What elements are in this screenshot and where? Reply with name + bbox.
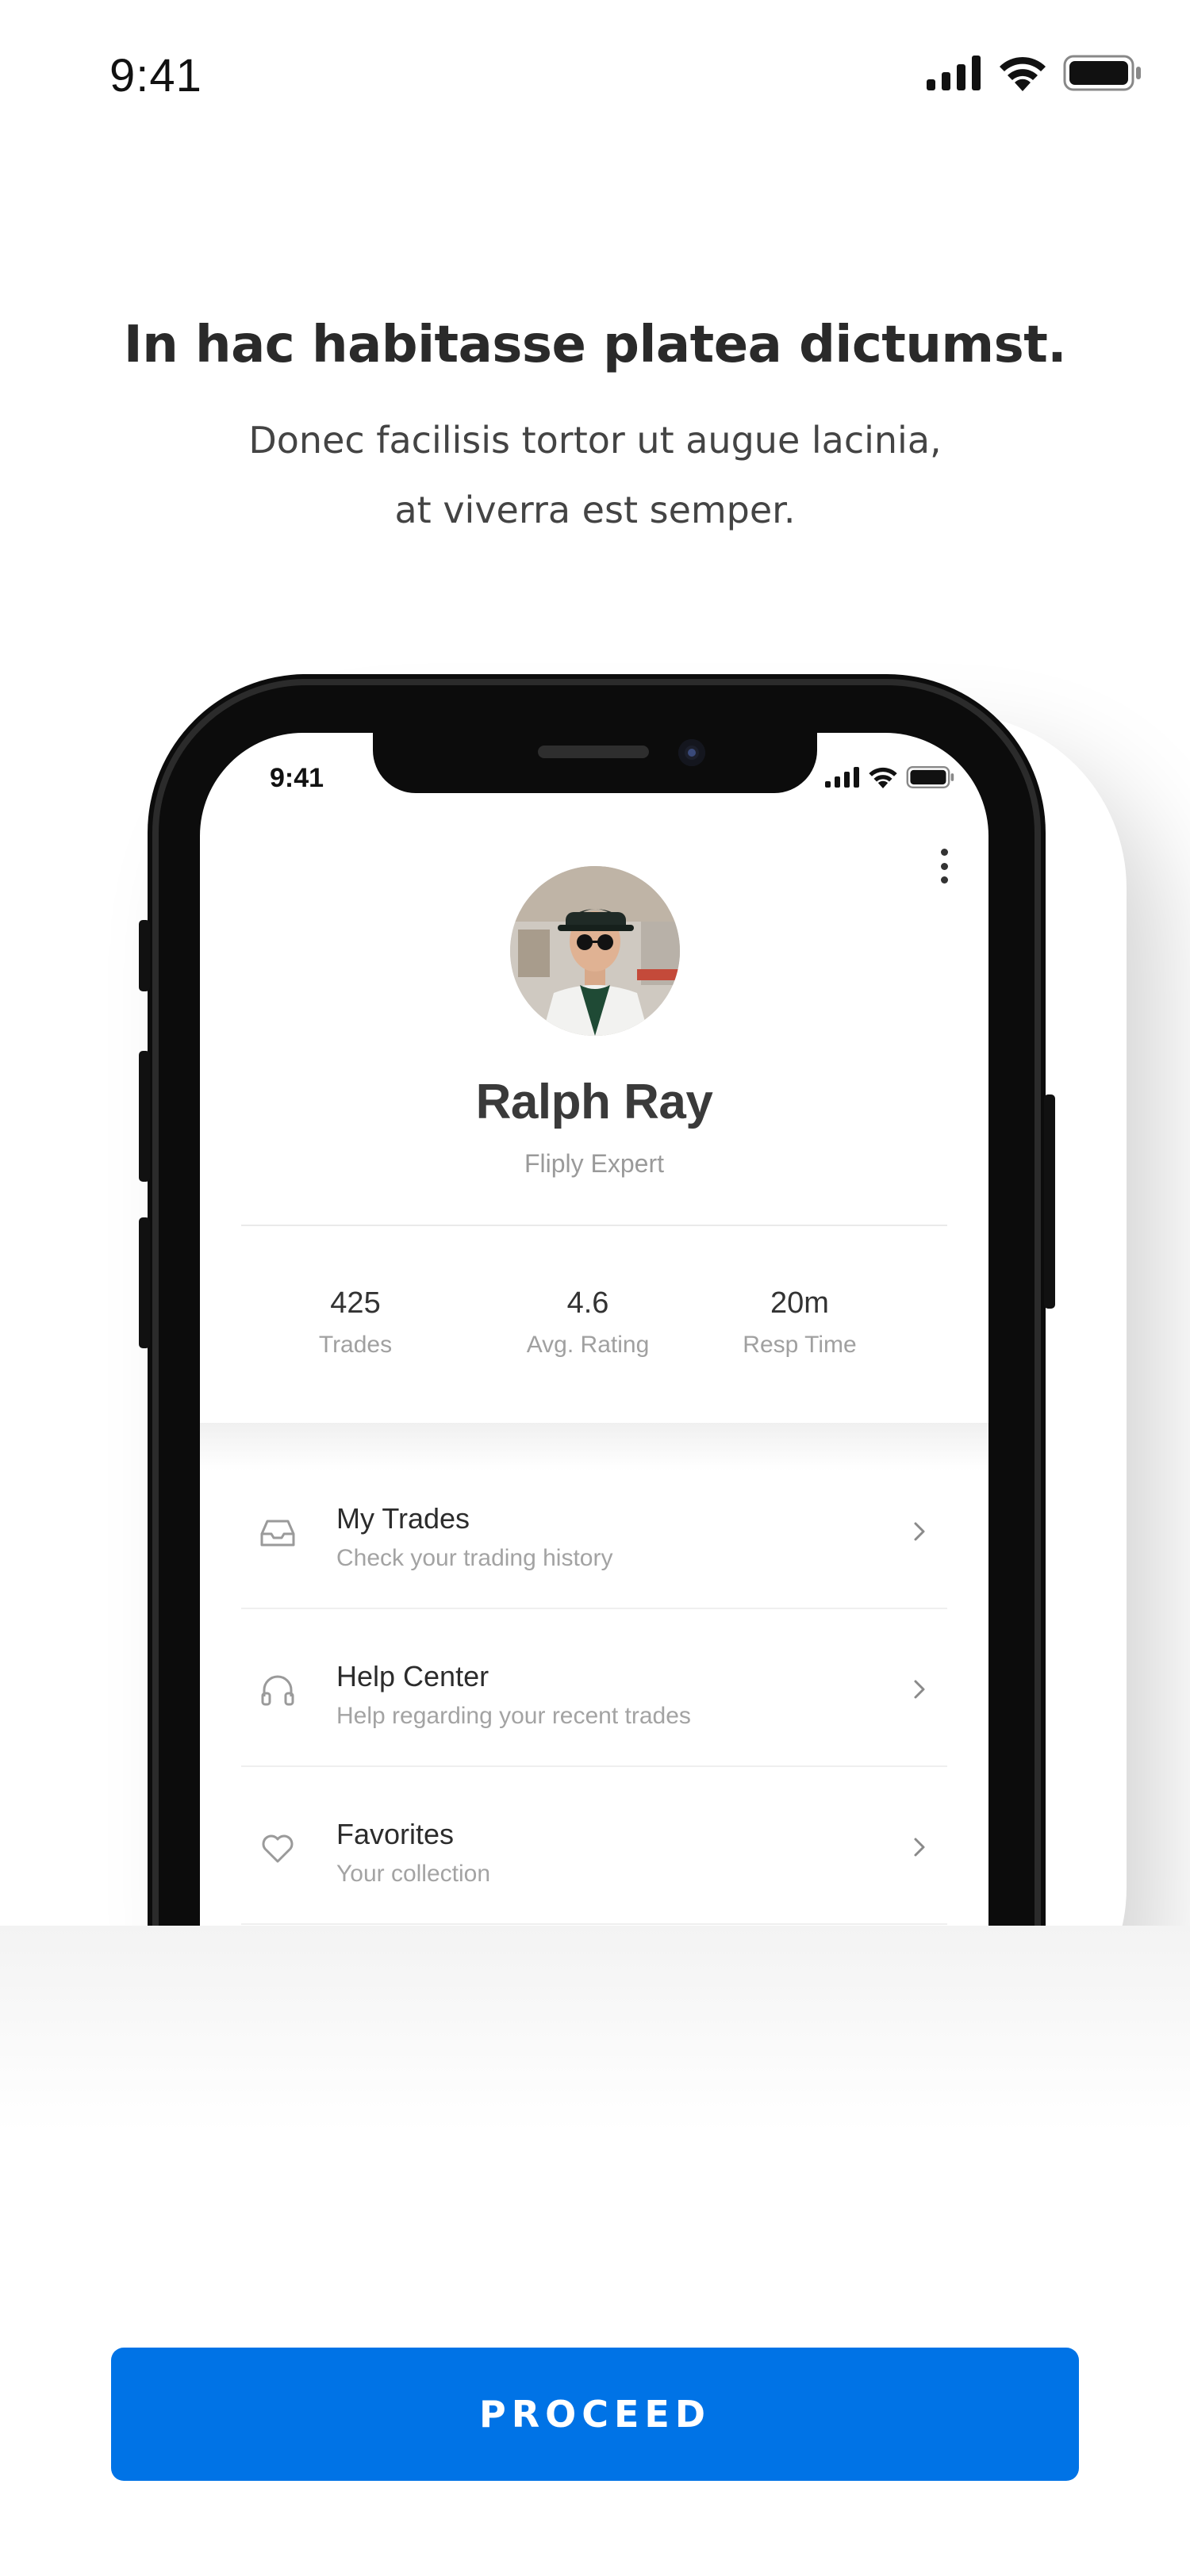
fade-band — [0, 1926, 1190, 2132]
stat-label: Trades — [318, 1332, 393, 1358]
avatar[interactable] — [510, 866, 680, 1036]
headphones-icon — [261, 1675, 294, 1706]
phone-power-button — [1044, 1094, 1055, 1309]
menu-item-subtitle: Help regarding your recent trades — [336, 1703, 691, 1729]
speaker-grille — [538, 746, 649, 758]
phone-screen: 9:41 Ralph Ray Fliply Expert 425 Trades … — [200, 733, 988, 1926]
chevron-right-icon — [914, 1522, 925, 1541]
chevron-right-icon — [914, 1838, 925, 1857]
profile-divider — [241, 1225, 947, 1226]
phone-status-time: 9:41 — [270, 763, 324, 793]
phone-mockup: 9:41 Ralph Ray Fliply Expert 425 Trades … — [0, 0, 1190, 1926]
proceed-button-label: PROCEED — [478, 2393, 712, 2436]
chevron-right-icon — [914, 1680, 925, 1699]
stat-rating: 4.6 Avg. Rating — [469, 1286, 707, 1359]
menu-item-title: Favorites — [336, 1818, 455, 1850]
signal-icon — [825, 767, 859, 788]
menu-item-subtitle: Check your trading history — [336, 1545, 613, 1571]
menu-item-help-center[interactable]: Help Center Help regarding your recent t… — [241, 1609, 947, 1767]
menu-item-subtitle: Your collection — [336, 1861, 491, 1887]
more-options-icon[interactable] — [936, 849, 952, 884]
profile-name: Ralph Ray — [475, 1075, 713, 1129]
stat-value: 425 — [330, 1286, 381, 1320]
inbox-tray-icon — [260, 1520, 295, 1547]
camera-icon — [678, 739, 705, 766]
phone-status-icons — [825, 766, 955, 788]
stats-row: 425 Trades 4.6 Avg. Rating 20m Resp Time — [200, 1286, 988, 1382]
menu-item-favorites[interactable]: Favorites Your collection — [241, 1767, 947, 1925]
battery-icon — [906, 766, 954, 788]
menu-item-title: My Trades — [336, 1502, 470, 1535]
profile-role: Fliply Expert — [524, 1149, 665, 1178]
proceed-button[interactable]: PROCEED — [111, 2348, 1079, 2481]
heart-icon — [262, 1834, 294, 1863]
avatar-image — [510, 866, 680, 1036]
phone-volume-down — [139, 1217, 150, 1348]
stat-value: 4.6 — [566, 1286, 609, 1320]
stat-label: Avg. Rating — [526, 1332, 650, 1358]
stat-value: 20m — [770, 1286, 829, 1320]
phone-notch — [373, 733, 817, 793]
menu-item-title: Help Center — [336, 1660, 489, 1692]
phone-mute-switch — [139, 920, 150, 991]
phone-volume-up — [139, 1051, 150, 1182]
stat-label: Resp Time — [743, 1332, 857, 1358]
menu-list: My Trades Check your trading history Hel… — [241, 1451, 947, 1925]
stat-trades: 425 Trades — [236, 1286, 474, 1359]
stat-response-time: 20m Resp Time — [681, 1286, 919, 1359]
wifi-icon — [869, 767, 897, 788]
menu-item-my-trades[interactable]: My Trades Check your trading history — [241, 1451, 947, 1609]
